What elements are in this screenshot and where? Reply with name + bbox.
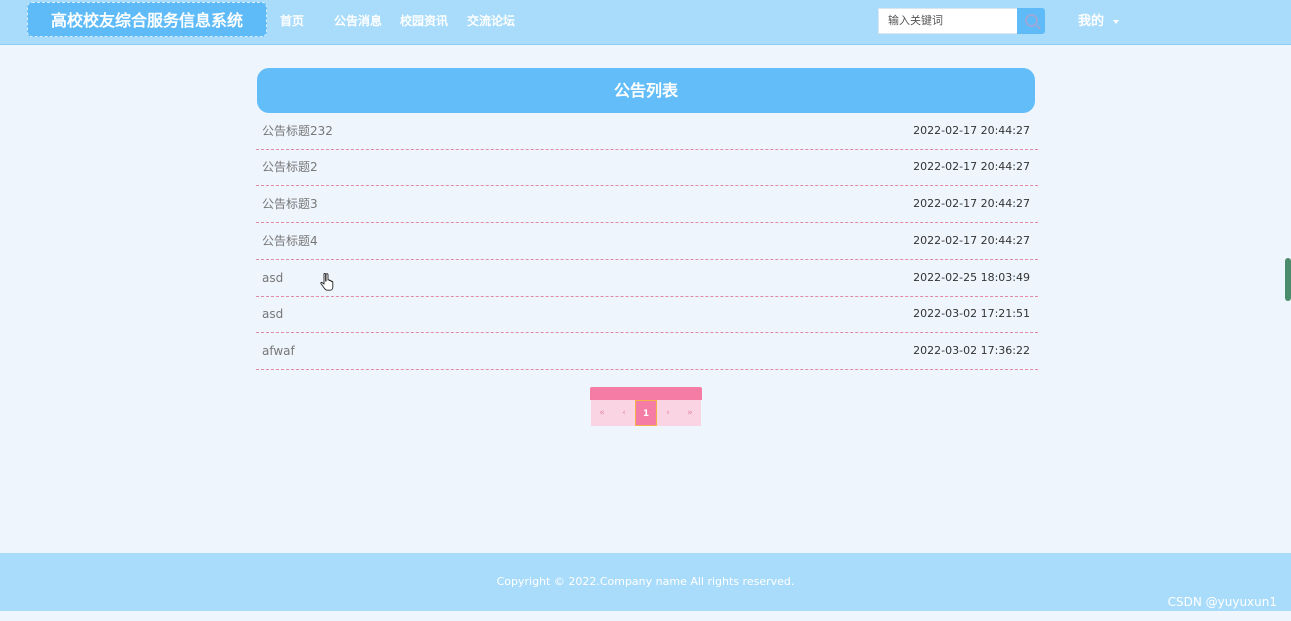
hand-cursor-icon [320, 273, 334, 291]
page-title: 公告列表 [257, 68, 1035, 113]
list-item[interactable]: 公告标题232 2022-02-17 20:44:27 [256, 114, 1038, 150]
nav-home[interactable]: 首页 [280, 0, 304, 44]
item-title[interactable]: afwaf [262, 334, 295, 368]
list-item[interactable]: asd 2022-03-02 17:21:51 [256, 297, 1038, 333]
nav-campus-news[interactable]: 校园资讯 [400, 0, 448, 44]
item-time: 2022-02-17 20:44:27 [913, 124, 1030, 137]
item-time: 2022-02-17 20:44:27 [913, 160, 1030, 173]
nav-forum[interactable]: 交流论坛 [467, 0, 515, 44]
scrollbar-thumb[interactable] [1285, 258, 1291, 301]
item-title[interactable]: 公告标题2 [262, 150, 318, 184]
current-page-button[interactable]: 1 [635, 400, 657, 426]
item-title[interactable]: asd [262, 261, 283, 295]
watermark: CSDN @yuyuxun1 [1167, 595, 1277, 609]
last-page-button[interactable]: » [679, 400, 701, 426]
pagination: « ‹ 1 › » [590, 387, 702, 427]
list-item[interactable]: 公告标题4 2022-02-17 20:44:27 [256, 224, 1038, 260]
next-page-button[interactable]: › [657, 400, 679, 426]
item-title[interactable]: 公告标题4 [262, 224, 318, 258]
item-title[interactable]: 公告标题3 [262, 187, 318, 221]
item-time: 2022-02-17 20:44:27 [913, 234, 1030, 247]
list-item[interactable]: 公告标题2 2022-02-17 20:44:27 [256, 150, 1038, 186]
pagination-header-bar [590, 387, 702, 400]
top-navbar: 高校校友综合服务信息系统 首页 公告消息 校园资讯 交流论坛 输入关键词 我的 [0, 0, 1291, 45]
item-time: 2022-02-17 20:44:27 [913, 197, 1030, 210]
search-icon [1025, 14, 1038, 27]
item-title[interactable]: 公告标题232 [262, 114, 333, 148]
nav-announcements[interactable]: 公告消息 [334, 0, 382, 44]
item-time: 2022-03-02 17:21:51 [913, 307, 1030, 320]
chevron-down-icon [1113, 19, 1120, 24]
list-item[interactable]: asd 2022-02-25 18:03:49 [256, 261, 1038, 297]
user-menu-label: 我的 [1078, 14, 1105, 29]
item-title[interactable]: asd [262, 297, 283, 331]
item-time: 2022-02-25 18:03:49 [913, 271, 1030, 284]
search-button[interactable] [1017, 8, 1045, 34]
item-time: 2022-03-02 17:36:22 [913, 344, 1030, 357]
copyright-text: Copyright © 2022.Company name All rights… [496, 575, 795, 588]
first-page-button[interactable]: « [591, 400, 613, 426]
prev-page-button[interactable]: ‹ [613, 400, 635, 426]
list-item[interactable]: 公告标题3 2022-02-17 20:44:27 [256, 187, 1038, 223]
search-input[interactable]: 输入关键词 [878, 8, 1018, 34]
user-menu[interactable]: 我的 [1078, 0, 1120, 43]
list-item[interactable]: afwaf 2022-03-02 17:36:22 [256, 334, 1038, 370]
site-brand[interactable]: 高校校友综合服务信息系统 [27, 2, 267, 37]
footer: Copyright © 2022.Company name All rights… [0, 553, 1291, 611]
